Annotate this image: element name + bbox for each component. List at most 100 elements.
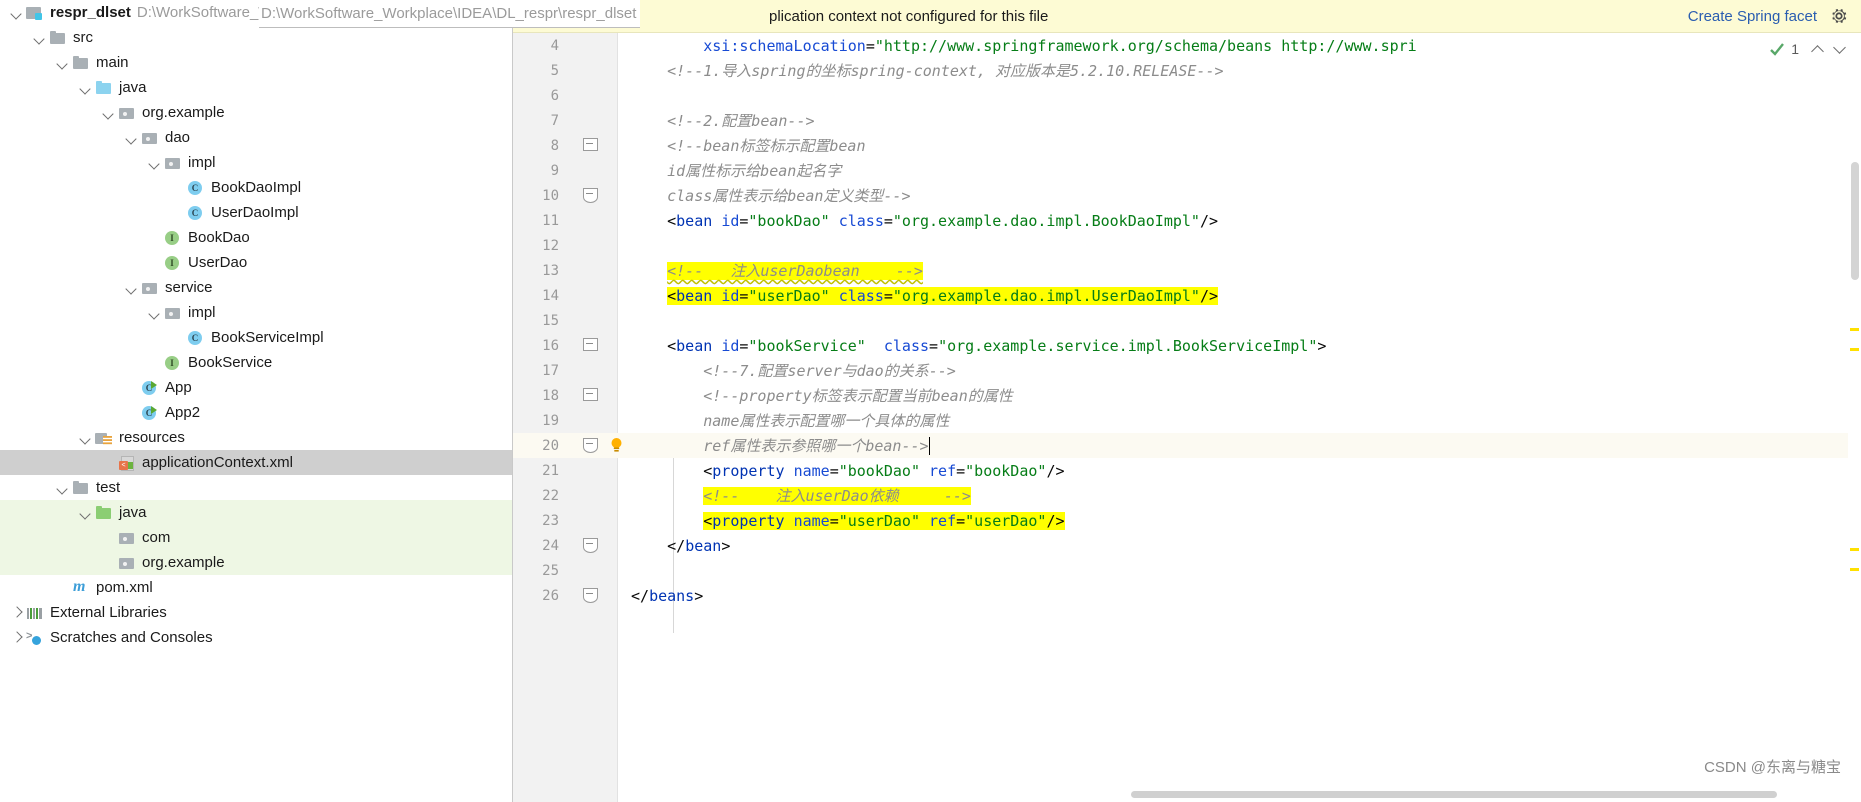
scrollbar-thumb[interactable] bbox=[1851, 162, 1859, 280]
chevron-up-icon[interactable] bbox=[1811, 42, 1825, 56]
tree-item-dao[interactable]: dao bbox=[0, 125, 512, 150]
code-line[interactable]: 13 <!-- 注入userDaobean --> bbox=[513, 258, 1861, 283]
tree-item-external-libraries[interactable]: External Libraries bbox=[0, 600, 512, 625]
code-fold-toggle-icon[interactable] bbox=[583, 188, 598, 203]
scroll-marker-warning[interactable] bbox=[1850, 328, 1859, 331]
code-line[interactable]: 25 bbox=[513, 558, 1861, 583]
chevron-down-icon[interactable] bbox=[125, 281, 138, 294]
code-line[interactable]: 18 <!--property标签表示配置当前bean的属性 bbox=[513, 383, 1861, 408]
tree-item-java[interactable]: java bbox=[0, 75, 512, 100]
inspection-widget[interactable]: 1 bbox=[1769, 41, 1847, 57]
code-fold-toggle-icon[interactable] bbox=[583, 338, 598, 352]
tree-item-pom-xml[interactable]: pom.xml bbox=[0, 575, 512, 600]
tree-item-service[interactable]: service bbox=[0, 275, 512, 300]
chevron-down-icon[interactable] bbox=[33, 31, 46, 44]
tree-item-java[interactable]: java bbox=[0, 500, 512, 525]
code-fold-toggle-icon[interactable] bbox=[583, 538, 598, 553]
tree-item-label: App bbox=[165, 379, 192, 396]
tree-item-impl[interactable]: impl bbox=[0, 150, 512, 175]
project-tree-panel[interactable]: respr_dlsetD:\WorkSoftware_Workplace\IDE… bbox=[0, 0, 513, 802]
code-line[interactable]: 14 <bean id="userDao" class="org.example… bbox=[513, 283, 1861, 308]
code-line[interactable]: 21 <property name="bookDao" ref="bookDao… bbox=[513, 458, 1861, 483]
create-spring-facet-link[interactable]: Create Spring facet bbox=[1688, 8, 1817, 25]
inspection-nav[interactable] bbox=[1811, 42, 1847, 56]
tree-item-bookservice[interactable]: BookService bbox=[0, 350, 512, 375]
tree-item-app2[interactable]: App2 bbox=[0, 400, 512, 425]
code-line[interactable]: 9 id属性标示给bean起名字 bbox=[513, 158, 1861, 183]
tree-item-test[interactable]: test bbox=[0, 475, 512, 500]
chevron-down-icon[interactable] bbox=[79, 506, 92, 519]
chevron-down-icon[interactable] bbox=[79, 431, 92, 444]
code-line[interactable]: 15 bbox=[513, 308, 1861, 333]
tree-item-impl[interactable]: impl bbox=[0, 300, 512, 325]
tree-item-applicationcontext-xml[interactable]: applicationContext.xml bbox=[0, 450, 512, 475]
tree-item-userdao[interactable]: UserDao bbox=[0, 250, 512, 275]
code-line[interactable]: 7 <!--2.配置bean--> bbox=[513, 108, 1861, 133]
inspection-ok-icon[interactable] bbox=[1769, 41, 1785, 57]
code-fold-toggle-icon[interactable] bbox=[583, 388, 598, 402]
code-line[interactable]: 20 ref属性表示参照哪一个bean--> bbox=[513, 433, 1861, 458]
code-line[interactable]: 4 xsi:schemaLocation="http://www.springf… bbox=[513, 33, 1861, 58]
gear-icon[interactable] bbox=[1829, 6, 1849, 26]
watermark: CSDN @东离与糖宝 bbox=[1704, 759, 1841, 776]
chevron-down-icon[interactable] bbox=[10, 6, 23, 19]
chevron-down-icon[interactable] bbox=[56, 481, 69, 494]
editor-horizontal-scrollbar[interactable] bbox=[1131, 790, 1861, 800]
scroll-marker-warning[interactable] bbox=[1850, 568, 1859, 571]
code-line[interactable]: 26 </beans> bbox=[513, 583, 1861, 608]
code-line[interactable]: 8 <!--bean标签标示配置bean bbox=[513, 133, 1861, 158]
code-line[interactable]: 23 <property name="userDao" ref="userDao… bbox=[513, 508, 1861, 533]
chevron-right-icon[interactable] bbox=[10, 631, 23, 644]
chevron-down-icon[interactable] bbox=[56, 56, 69, 69]
tree-item-userdaoimpl[interactable]: UserDaoImpl bbox=[0, 200, 512, 225]
chevron-right-icon[interactable] bbox=[10, 606, 23, 619]
code-text: <!--1.导入spring的坐标spring-context, 对应版本是5.… bbox=[667, 62, 1224, 80]
code-text: <bean id="bookDao" class="org.example.da… bbox=[667, 211, 1219, 230]
code-line[interactable]: 11 <bean id="bookDao" class="org.example… bbox=[513, 208, 1861, 233]
code-lines[interactable]: 4 xsi:schemaLocation="http://www.springf… bbox=[513, 33, 1861, 608]
tree-item-scratches-and-consoles[interactable]: Scratches and Consoles bbox=[0, 625, 512, 650]
code-line[interactable]: 17 <!--7.配置server与dao的关系--> bbox=[513, 358, 1861, 383]
code-line[interactable]: 12 bbox=[513, 233, 1861, 258]
scroll-marker-warning[interactable] bbox=[1850, 548, 1859, 551]
code-line[interactable]: 6 bbox=[513, 83, 1861, 108]
code-line[interactable]: 19 name属性表示配置哪一个具体的属性 bbox=[513, 408, 1861, 433]
code-fold-toggle-icon[interactable] bbox=[583, 138, 598, 152]
tree-item-main[interactable]: main bbox=[0, 50, 512, 75]
code-line[interactable]: 10 class属性表示给bean定义类型--> bbox=[513, 183, 1861, 208]
tree-item-app[interactable]: App bbox=[0, 375, 512, 400]
intention-bulb-icon[interactable] bbox=[609, 437, 624, 453]
code-fold-toggle-icon[interactable] bbox=[583, 588, 598, 603]
tree-item-org-example[interactable]: org.example bbox=[0, 550, 512, 575]
tree-item-bookdaoimpl[interactable]: BookDaoImpl bbox=[0, 175, 512, 200]
tree-item-resources[interactable]: resources bbox=[0, 425, 512, 450]
chevron-down-icon[interactable] bbox=[148, 156, 161, 169]
tree-item-src[interactable]: src bbox=[0, 25, 512, 50]
scroll-marker-warning[interactable] bbox=[1850, 348, 1859, 351]
no-arrow-spacer bbox=[102, 531, 115, 544]
chevron-down-icon[interactable] bbox=[79, 81, 92, 94]
code-line[interactable]: 16 <bean id="bookService" class="org.exa… bbox=[513, 333, 1861, 358]
editor-vertical-scrollbar[interactable] bbox=[1848, 66, 1861, 802]
test-root-folder-icon bbox=[95, 505, 113, 521]
chevron-down-icon[interactable] bbox=[125, 131, 138, 144]
project-tree[interactable]: respr_dlsetD:\WorkSoftware_Workplace\IDE… bbox=[0, 0, 512, 650]
tree-item-bookdao[interactable]: BookDao bbox=[0, 225, 512, 250]
code-line[interactable]: 24 </bean> bbox=[513, 533, 1861, 558]
code-line[interactable]: 22 <!-- 注入userDao依赖 --> bbox=[513, 483, 1861, 508]
tree-item-com[interactable]: com bbox=[0, 525, 512, 550]
no-arrow-spacer bbox=[148, 256, 161, 269]
hscrollbar-thumb[interactable] bbox=[1131, 791, 1777, 798]
tree-item-bookserviceimpl[interactable]: BookServiceImpl bbox=[0, 325, 512, 350]
tree-item-label: src bbox=[73, 29, 93, 46]
chevron-down-icon[interactable] bbox=[102, 106, 115, 119]
code-editor[interactable]: 4 xsi:schemaLocation="http://www.springf… bbox=[513, 33, 1861, 802]
code-line[interactable]: 5 <!--1.导入spring的坐标spring-context, 对应版本是… bbox=[513, 58, 1861, 83]
chevron-down-icon[interactable] bbox=[148, 306, 161, 319]
no-arrow-spacer bbox=[171, 206, 184, 219]
code-fold-toggle-icon[interactable] bbox=[583, 438, 598, 453]
chevron-down-icon[interactable] bbox=[1833, 42, 1847, 56]
tree-item-org-example[interactable]: org.example bbox=[0, 100, 512, 125]
code-text: <!-- 注入userDao依赖 --> bbox=[703, 487, 971, 505]
line-number: 15 bbox=[542, 312, 559, 329]
